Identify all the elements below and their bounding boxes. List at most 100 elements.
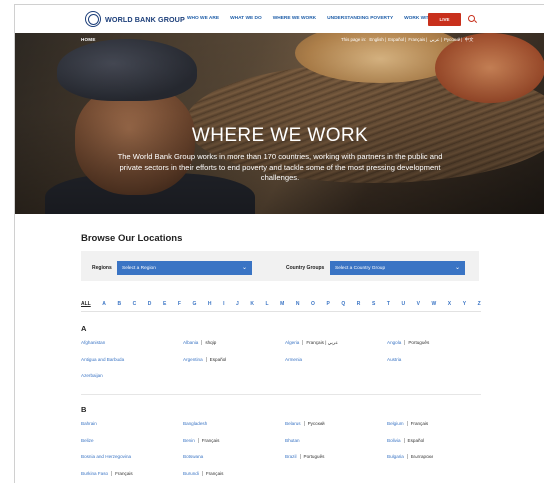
country-link[interactable]: Bahrain [81,421,97,426]
alphabet-letter-d[interactable]: D [148,301,152,307]
country-link[interactable]: Bangladesh [183,421,207,426]
country-name[interactable]: Botswana [183,454,203,459]
country-name[interactable]: Algeria [285,340,299,345]
nav-who-we-are[interactable]: WHO WE ARE [187,16,219,21]
lang-francais[interactable]: Français [408,37,425,42]
nav-what-we-do[interactable]: WHAT WE DO [230,16,262,21]
region-select[interactable]: Select a Region ⌄ [117,261,252,275]
country-link[interactable]: Bhutan [285,438,300,443]
country-language-link[interactable]: Español [205,356,227,362]
lang-english[interactable]: English [369,37,383,42]
country-language-link[interactable]: Français [406,421,429,426]
alphabet-letter-n[interactable]: N [296,301,300,307]
lang-chinese[interactable]: 中文 [465,37,474,42]
country-name[interactable]: Azerbaijan [81,373,103,378]
country-link[interactable]: Brazil Português [285,454,325,459]
alphabet-letter-h[interactable]: H [208,301,212,307]
alphabet-letter-l[interactable]: L [266,301,269,307]
country-group-select[interactable]: Select a Country Group ⌄ [330,261,465,275]
country-language-link[interactable]: Français | عربي [302,340,339,345]
country-link[interactable]: Argentina Español [183,356,227,362]
alphabet-letter-j[interactable]: J [236,301,239,307]
country-language-link[interactable]: Português [299,454,325,459]
lang-russian[interactable]: Русский [444,37,460,42]
alphabet-letter-p[interactable]: P [326,301,329,307]
country-link[interactable]: Burkina Faso Français [81,470,133,476]
country-name[interactable]: Bangladesh [183,421,207,426]
country-link[interactable]: Botswana [183,454,203,459]
country-link[interactable]: Burundi Français [183,470,224,476]
country-language-link[interactable]: Português [404,340,430,345]
country-language-link[interactable]: Български [406,454,433,459]
alphabet-letter-s[interactable]: S [372,301,375,307]
country-name[interactable]: Bosnia and Herzegovina [81,454,131,459]
country-language-link[interactable]: Русский [303,421,325,426]
alphabet-letter-a[interactable]: A [102,301,106,307]
nav-where-we-work[interactable]: WHERE WE WORK [273,16,316,21]
alphabet-letter-b[interactable]: B [117,301,121,307]
country-link[interactable]: Belgium Français [387,421,429,426]
alphabet-letter-t[interactable]: T [387,301,390,307]
country-name[interactable]: Belgium [387,421,404,426]
alphabet-letter-o[interactable]: O [311,301,315,307]
country-name[interactable]: Belize [81,438,94,443]
country-language-link[interactable]: shqip [201,340,217,345]
country-name[interactable]: Burkina Faso [81,471,108,476]
country-name[interactable]: Bhutan [285,438,300,443]
country-link[interactable]: Albania shqip [183,340,217,345]
country-link[interactable]: Benin Français [183,437,220,443]
country-link[interactable]: Austria [387,357,401,362]
alphabet-letter-e[interactable]: E [163,301,166,307]
country-name[interactable]: Armenia [285,357,302,362]
nav-understanding-poverty[interactable]: UNDERSTANDING POVERTY [327,16,393,21]
country-language-link[interactable]: Français [197,437,220,443]
country-name[interactable]: Austria [387,357,401,362]
alphabet-letter-z[interactable]: Z [478,301,481,307]
country-language-link[interactable]: Français [201,470,224,476]
alphabet-all[interactable]: ALL [81,301,91,307]
country-link[interactable]: Bolivia Español [387,437,425,443]
country-name[interactable]: Bolivia [387,438,401,443]
lang-arabic[interactable]: عربي [430,37,440,42]
country-link[interactable]: Afghanistan [81,340,105,345]
country-link[interactable]: Algeria Français | عربي [285,340,339,346]
alphabet-letter-r[interactable]: R [357,301,361,307]
country-name[interactable]: Benin [183,438,195,443]
alphabet-letter-q[interactable]: Q [341,301,345,307]
search-icon[interactable] [468,15,475,22]
alphabet-letter-k[interactable]: K [250,301,254,307]
country-name[interactable]: Brazil [285,454,297,459]
alphabet-letter-w[interactable]: W [432,301,437,307]
country-name[interactable]: Albania [183,340,198,345]
country-name[interactable]: Antigua and Barbuda [81,357,124,362]
country-name[interactable]: Angola [387,340,401,345]
country-link[interactable]: Armenia [285,357,302,362]
alphabet-letter-g[interactable]: G [192,301,196,307]
logo[interactable]: WORLD BANK GROUP [85,11,185,27]
lang-espanol[interactable]: Español [388,37,404,42]
country-link[interactable]: Bosnia and Herzegovina [81,454,131,459]
country-language-link[interactable]: Español [403,437,425,443]
alphabet-letter-f[interactable]: F [178,301,181,307]
alphabet-letter-u[interactable]: U [401,301,405,307]
alphabet-letter-i[interactable]: I [223,301,224,307]
alphabet-letter-x[interactable]: X [448,301,451,307]
breadcrumb-home[interactable]: HOME [81,37,96,42]
country-link[interactable]: Bulgaria Български [387,454,433,459]
country-name[interactable]: Belarus [285,421,301,426]
country-name[interactable]: Argentina [183,357,203,362]
country-link[interactable]: Azerbaijan [81,373,103,378]
alphabet-letter-m[interactable]: M [280,301,284,307]
country-name[interactable]: Bahrain [81,421,97,426]
country-name[interactable]: Burundi [183,471,199,476]
country-link[interactable]: Antigua and Barbuda [81,357,124,362]
live-button[interactable]: LIVE [428,13,461,26]
alphabet-letter-y[interactable]: Y [463,301,466,307]
country-link[interactable]: Belarus Русский [285,421,325,426]
country-name[interactable]: Bulgaria [387,454,404,459]
country-name[interactable]: Afghanistan [81,340,105,345]
country-link[interactable]: Belize [81,438,94,443]
country-language-link[interactable]: Français [111,470,133,476]
alphabet-letter-v[interactable]: V [417,301,420,307]
country-link[interactable]: Angola Português [387,340,430,345]
